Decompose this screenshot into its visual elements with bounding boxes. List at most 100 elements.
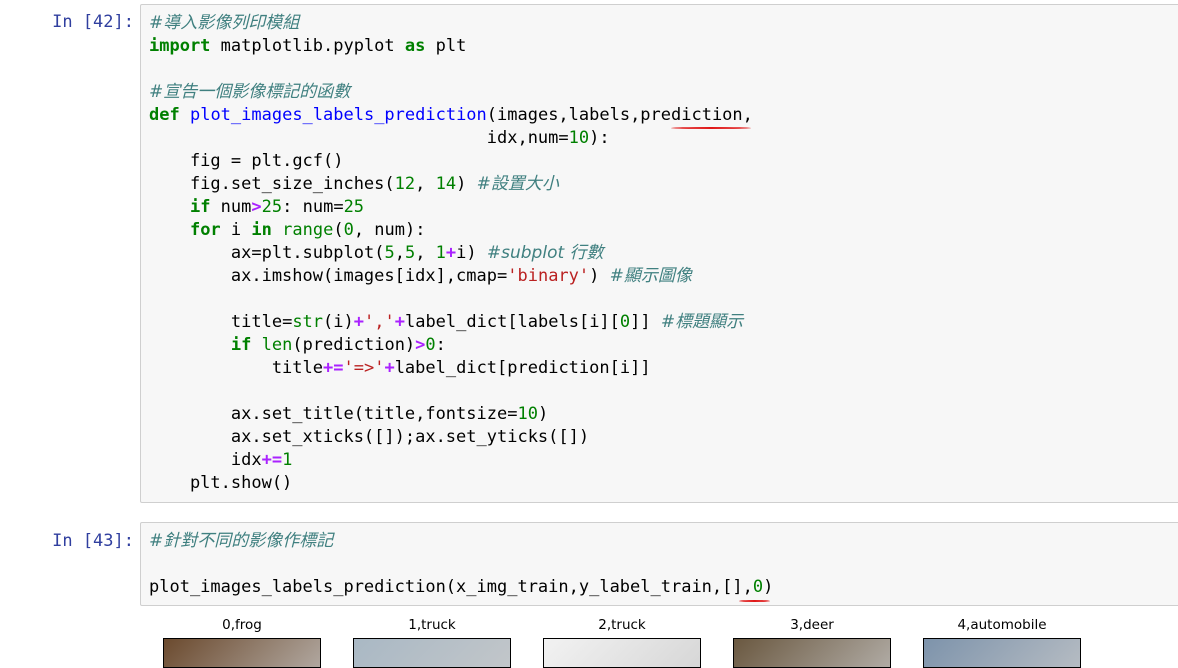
code-line[interactable]: title+='=>'+label_dict[prediction[i]] <box>149 357 753 380</box>
image-title: 2,truck <box>598 617 646 633</box>
code-line[interactable]: idx,num=10): <box>149 127 753 150</box>
code-token: 5 <box>384 243 395 263</box>
image-thumbnail: 1,truck <box>352 612 512 668</box>
code-token: 10 <box>568 128 590 148</box>
image-preview <box>353 638 511 668</box>
code-line[interactable]: ax.set_title(title,fontsize=10) <box>149 403 753 426</box>
code-line[interactable] <box>149 380 753 403</box>
code-token: plt.subplot( <box>261 243 385 263</box>
code-token: ]] <box>630 312 661 332</box>
code-line[interactable]: for i in range(0, num): <box>149 219 753 242</box>
code-token: #顯示圖像 <box>609 266 692 286</box>
code-line[interactable]: fig.set_size_inches(12, 14) #設置大小 <box>149 173 753 196</box>
code-token: fig.set_size_inches( <box>149 174 395 194</box>
image-thumbnail: 4,automobile <box>922 612 1082 668</box>
code-token: plot_images_labels_prediction <box>189 105 487 125</box>
code-token: = <box>507 404 518 424</box>
code-token: title <box>149 358 323 378</box>
code-line[interactable]: ax.set_xticks([]);ax.set_yticks([]) <box>149 426 753 449</box>
code-token: + <box>445 243 457 263</box>
code-text[interactable]: #針對不同的影像作標記 plot_images_labels_prediction… <box>149 530 773 599</box>
code-token: fig <box>149 151 231 171</box>
code-token: 25 <box>343 197 365 217</box>
code-token: '=>' <box>343 358 385 378</box>
code-token: idx,num <box>149 128 559 148</box>
code-line[interactable] <box>149 288 753 311</box>
code-line[interactable]: idx+=1 <box>149 449 753 472</box>
code-token: if <box>189 197 211 217</box>
image-preview <box>733 638 891 668</box>
code-token: num <box>210 197 252 217</box>
code-token: ax <box>149 243 252 263</box>
code-token: + <box>384 358 395 378</box>
code-token: , <box>415 174 436 194</box>
code-token: 25 <box>261 197 283 217</box>
code-token: : <box>435 335 446 355</box>
code-token: #導入影像列印模組 <box>149 13 300 33</box>
code-token: plt <box>425 36 467 56</box>
code-token: i) <box>456 243 487 263</box>
code-line[interactable]: #針對不同的影像作標記 <box>149 530 773 553</box>
code-line[interactable]: ax.imshow(images[idx],cmap='binary') #顯示… <box>149 265 753 288</box>
annotation-underline <box>671 127 751 129</box>
annotation-underline <box>739 600 770 602</box>
code-token: 1 <box>282 450 293 470</box>
code-line[interactable]: def plot_images_labels_prediction(images… <box>149 104 753 127</box>
code-line[interactable]: plt.show() <box>149 472 753 495</box>
code-line[interactable]: if num>25: num=25 <box>149 196 753 219</box>
code-token: ax.set_xticks([]);ax.set_yticks([]) <box>149 427 590 447</box>
code-token: str <box>292 312 324 332</box>
code-line[interactable] <box>149 553 773 576</box>
code-token: 14 <box>435 174 457 194</box>
code-token: ) <box>589 266 610 286</box>
code-token: #subplot 行數 <box>486 243 604 263</box>
code-token: ',' <box>364 312 395 332</box>
code-line[interactable] <box>149 58 753 81</box>
code-token: in <box>251 220 272 240</box>
code-token: ax.set_title(title,fontsize <box>149 404 508 424</box>
input-prompt: In [42]: <box>52 12 134 32</box>
code-token: plt.show() <box>149 473 293 493</box>
code-token: plt.gcf() <box>241 151 344 171</box>
image-thumbnail: 2,truck <box>542 612 702 668</box>
code-token: ) <box>537 404 549 424</box>
code-line[interactable]: if len(prediction)>0: <box>149 334 753 357</box>
image-title: 1,truck <box>408 617 456 633</box>
code-token: idx <box>149 450 262 470</box>
code-token: for <box>189 220 221 240</box>
code-token: (images,labels,prediction, <box>486 105 753 125</box>
code-token: range <box>282 220 334 240</box>
code-token: (prediction) <box>292 335 416 355</box>
code-token: 0 <box>425 335 436 355</box>
code-token: = <box>230 151 242 171</box>
code-token: title <box>149 312 283 332</box>
code-line[interactable]: #宣告一個影像標記的函數 <box>149 81 753 104</box>
code-token: , num): <box>353 220 426 240</box>
code-text[interactable]: #導入影像列印模組 import matplotlib.pyplot as plt… <box>149 12 753 495</box>
code-token: = <box>558 128 569 148</box>
code-token: ) <box>456 174 477 194</box>
code-token: len <box>261 335 293 355</box>
code-token: #宣告一個影像標記的函數 <box>149 82 351 102</box>
code-token: : num <box>282 197 334 217</box>
code-line[interactable]: title=str(i)+','+label_dict[labels[i][0]… <box>149 311 753 334</box>
code-line[interactable]: #導入影像列印模組 <box>149 12 753 35</box>
code-editor[interactable]: #針對不同的影像作標記 plot_images_labels_prediction… <box>140 522 1178 606</box>
code-token: = <box>333 197 344 217</box>
image-thumbnail: 0,frog <box>162 612 322 668</box>
code-token: 10 <box>517 404 538 424</box>
code-line[interactable]: fig = plt.gcf() <box>149 150 753 173</box>
image-title: 0,frog <box>222 617 262 633</box>
code-editor[interactable]: #導入影像列印模組 import matplotlib.pyplot as plt… <box>140 4 1178 503</box>
code-token: (i) <box>323 312 354 332</box>
code-token: import <box>149 36 211 56</box>
code-line[interactable]: plot_images_labels_prediction(x_img_trai… <box>149 576 773 599</box>
code-line[interactable]: import matplotlib.pyplot as plt <box>149 35 753 58</box>
code-line[interactable]: ax=plt.subplot(5,5, 1+i) #subplot 行數 <box>149 242 753 265</box>
code-token: , <box>415 243 436 263</box>
code-token: #針對不同的影像作標記 <box>149 531 334 551</box>
